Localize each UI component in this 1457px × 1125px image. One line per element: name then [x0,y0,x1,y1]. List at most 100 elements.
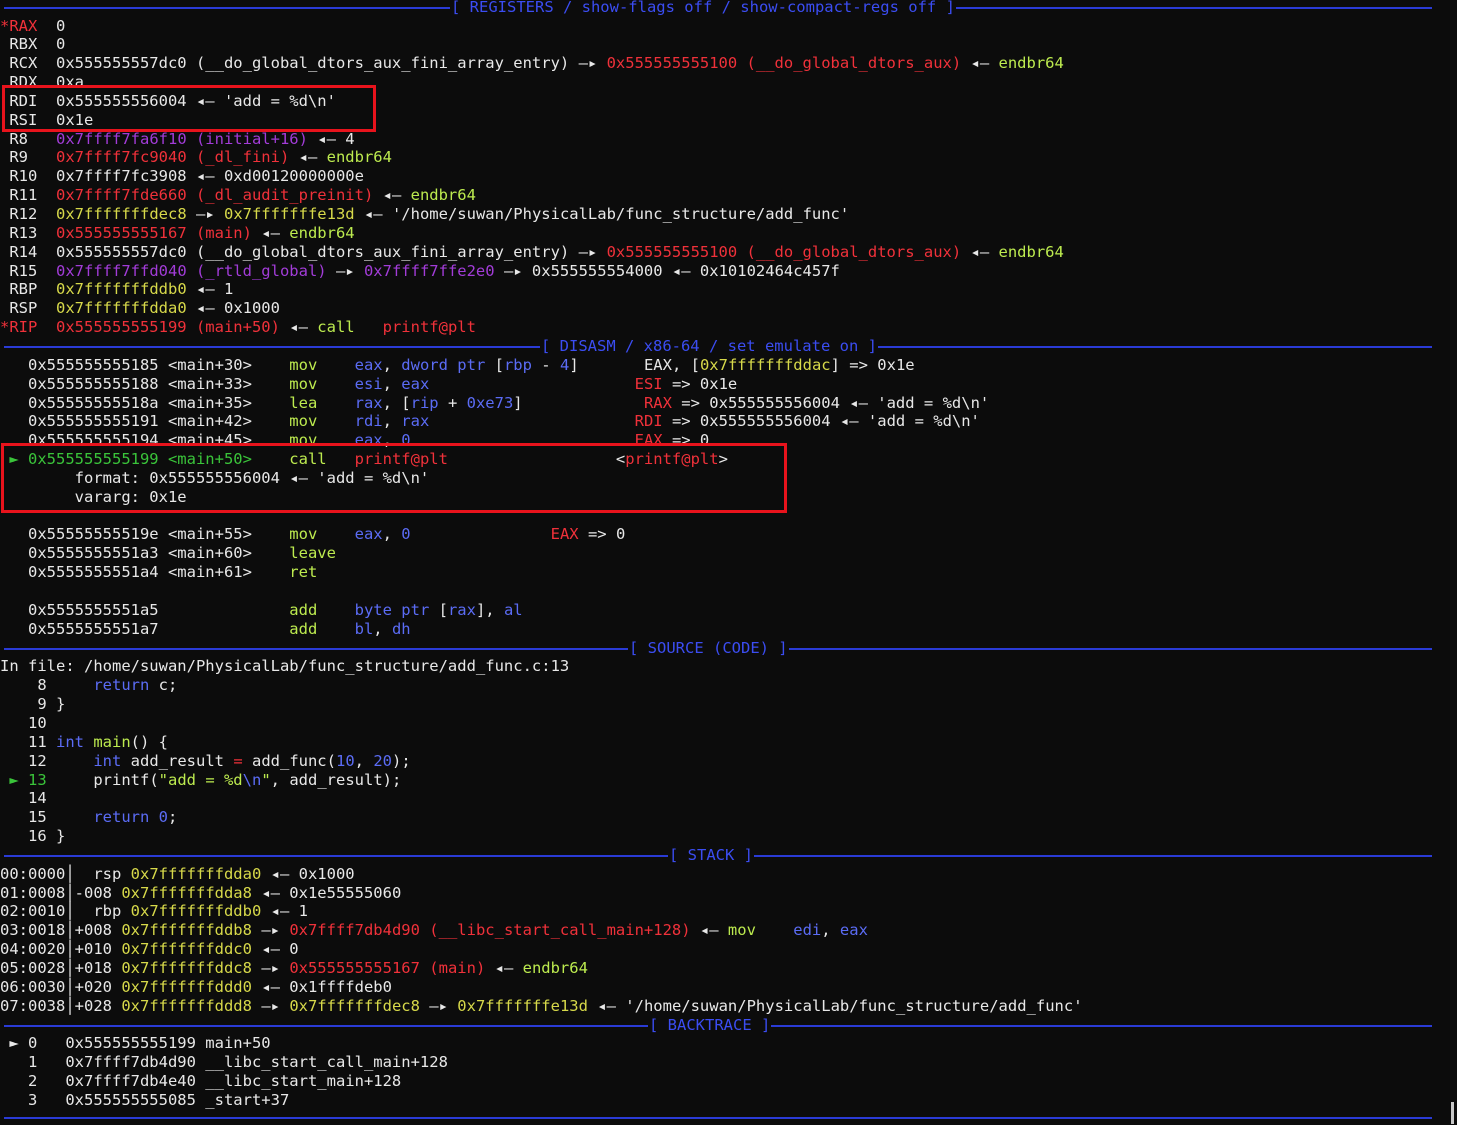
header-source-title: [ SOURCE (CODE) ] [628,638,789,658]
text-segment: 0x7fffffffdec8 [56,205,187,223]
text-segment: eax [354,355,383,374]
text-segment: - [531,355,560,374]
text-segment: 4 [559,355,570,374]
header-stack: [ STACK ] [4,845,1432,865]
terminal-window[interactable]: [ REGISTERS / show-flags off / show-comp… [0,0,1457,1125]
text-segment: rax [447,600,476,619]
text-segment: RBP [0,280,56,299]
text-segment: 0x7ffff7db4d90 (__libc_start_call_main+1… [289,921,691,940]
text-segment: rax [354,393,383,412]
text-segment: ► 13 [0,770,47,789]
text-segment: printf( [46,770,159,789]
reg-r11: R11 0x7ffff7fde660 (_dl_audit_preinit) ◂… [0,186,476,205]
text-segment: printf@plt [382,318,476,337]
text-segment: eax [401,374,430,393]
text-segment: ◂— [373,186,411,205]
text-segment [149,808,158,826]
text-segment: rax [401,412,430,431]
source-current-line: ► 13 printf("add = %d\n", add_result); [0,771,401,790]
source-line: 8 return c; [0,676,177,695]
text-segment: eax [354,525,383,544]
text-segment: R15 [0,261,56,280]
text-segment: 0x7fffffffddb0 [56,280,187,299]
header-registers-title: [ REGISTERS / show-flags off / show-comp… [450,0,956,17]
text-segment: rbp [503,355,532,374]
text-segment: edi [793,921,822,940]
text-segment: —▸ [419,996,458,1015]
text-segment: 0x7fffffffe13d [223,205,355,223]
text-segment: ◂— 0x1e55555060 [251,883,402,902]
header-disasm-title: [ DISASM / x86-64 / set emulate on ] [540,336,878,356]
text-segment: 0x5555555551a3 <main+60> [0,544,290,563]
text-segment: 04:0020│+010 [0,940,122,959]
text-segment: dword ptr [401,355,486,374]
text-segment: *RAX [0,16,38,35]
backtrace-line: ► 0 0x555555555199 main+50 [0,1034,270,1053]
text-segment: , [382,374,402,393]
text-segment: ], [475,600,504,619]
text-segment: 03:0018│+008 [0,921,122,940]
reg-r9: R9 0x7ffff7fc9040 (_dl_fini) ◂— endbr64 [0,148,392,167]
text-segment: 11 [0,732,56,751]
reg-r15: R15 0x7ffff7ffd040 (_rtld_global) —▸ 0x7… [0,262,840,281]
text-segment: add_func( [242,751,336,770]
reg-rax: *RAX 0 [0,17,65,36]
text-segment: 3 0x555555555085 _start+37 [0,1090,290,1109]
scrollbar-thumb[interactable] [1451,1102,1454,1124]
highlight-box-call-printf [1,443,787,513]
text-segment: 0x7fffffffddb8 [121,921,252,940]
text-segment: —▸ [251,921,290,940]
disasm-line: 0x555555555185 <main+30> mov eax, dword … [0,356,915,375]
text-segment: call [317,318,383,337]
text-segment: add [289,619,355,638]
text-segment: 07:0038│+028 [0,996,122,1015]
text-segment: 0x5555555551a4 <main+61> [0,563,290,582]
text-segment: mov [289,412,355,431]
text-segment: ◂— '/home/suwan/PhysicalLab/func_structu… [587,996,1083,1015]
highlight-box-rdi-rsi [2,85,376,132]
text-segment: ] [513,393,644,412]
text-segment: ◂— [961,54,999,73]
text-segment: 0 [158,808,169,827]
text-segment: => 0x555555556004 ◂— 'add = %d\n' [662,412,980,431]
disasm-line: 0x55555555519e <main+55> mov eax, 0 EAX … [0,525,625,544]
text-segment: ◂— '/home/suwan/PhysicalLab/func_structu… [354,205,850,223]
text-segment: R11 [0,186,56,205]
blank [0,582,9,601]
text-segment: al [503,600,523,619]
backtrace-line: 1 0x7ffff7db4d90 __libc_start_call_main+… [0,1053,448,1072]
text-segment: \n [242,770,262,789]
text-segment: return [93,676,150,695]
text-segment: 0xe73 [466,393,514,412]
header-backtrace: [ BACKTRACE ] [4,1015,1432,1035]
text-segment: = [233,751,243,770]
text-segment: endbr64 [289,223,355,242]
text-segment: endbr64 [998,54,1064,73]
text-segment: —▸ [326,261,364,280]
text-segment: 16 } [0,827,66,846]
disasm-line: 0x555555555191 <main+42> mov rdi, rax RD… [0,412,980,431]
text-segment: => 0x1e [662,374,738,393]
text-segment: 0x555555555167 (main) [56,223,252,242]
text-segment: 0 [37,16,66,35]
text-segment: esi [354,374,383,393]
text-segment: ◂— [961,242,999,261]
text-segment: mov [289,525,355,544]
text-segment: —▸ 0x555555554000 ◂— 0x10102464c457f [494,261,840,280]
text-segment: endbr64 [522,959,588,977]
text-segment: 20 [373,751,392,770]
text-segment: byte ptr [354,600,430,619]
text-segment: 05:0028│+018 [0,959,122,977]
text-segment: 0x555555555188 <main+33> [0,374,290,393]
text-segment: 06:0030│+020 [0,977,122,996]
text-segment: leave [289,544,336,563]
reg-r10: R10 0x7ffff7fc3908 ◂— 0xd00120000000e [0,167,364,186]
stack-line: 07:0038│+028 0x7fffffffddd8 —▸ 0x7ffffff… [0,997,1083,1016]
text-segment: 0x7fffffffddd8 [121,996,252,1015]
disasm-line: 0x5555555551a3 <main+60> leave [0,544,336,563]
reg-rsp: RSP 0x7fffffffdda0 ◂— 0x1000 [0,299,280,318]
text-segment: —▸ [186,205,224,223]
text-segment: 0x555555555100 (__do_global_dtors_aux) [606,54,962,73]
text-segment: 2 0x7ffff7db4e40 __libc_start_main+128 [0,1072,402,1091]
stack-line: 04:0020│+010 0x7fffffffddc0 ◂— 0 [0,940,299,959]
